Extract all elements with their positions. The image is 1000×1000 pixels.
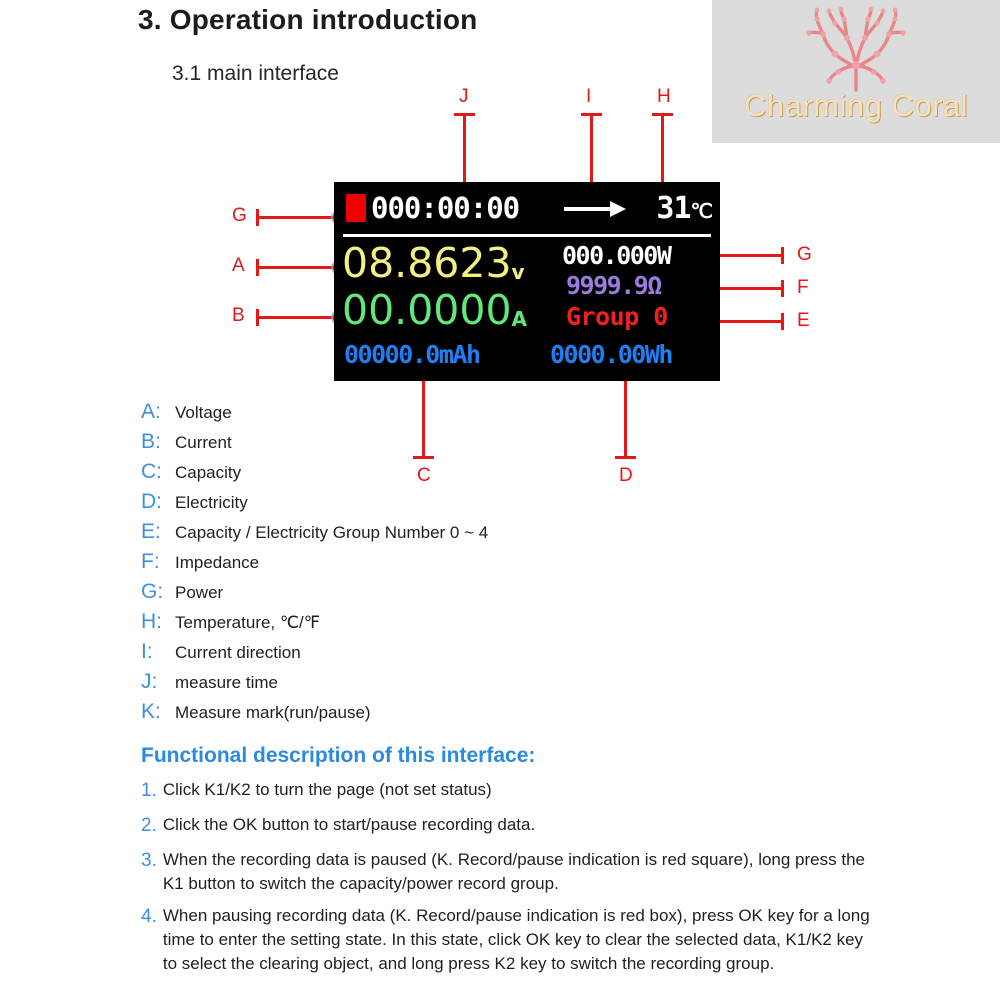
legend-key-b: B: <box>141 430 161 453</box>
legend-key-a: A: <box>141 400 161 423</box>
callout-cap-e <box>781 313 784 330</box>
functional-item-text: When pausing recording data (K. Record/p… <box>162 906 870 974</box>
functional-item-text: Click the OK button to start/pause recor… <box>162 814 536 834</box>
lcd-voltage-unit: v <box>511 260 525 284</box>
callout-label-e: E <box>797 310 810 331</box>
lcd-current-unit: A <box>511 307 528 331</box>
functional-item-2: 2. Click the OK button to start/pause re… <box>141 813 881 840</box>
callout-line-f <box>712 287 782 290</box>
lcd-temperature-unit: ℃ <box>690 199 713 223</box>
lcd-energy-reading: 0000.00Wh <box>550 340 673 369</box>
legend-text-i: Current direction <box>175 643 301 662</box>
lcd-current-reading: 00.0000A <box>342 286 527 334</box>
callout-line-b <box>256 316 340 319</box>
lcd-status-bar: 000:00:00 31℃ <box>334 188 720 228</box>
callout-line-g-left <box>256 216 340 219</box>
functional-item-text: When the recording data is paused (K. Re… <box>162 849 865 894</box>
legend-text-k: Measure mark(run/pause) <box>175 703 371 722</box>
section-subtitle: 3.1 main interface <box>172 62 339 85</box>
legend-item-c: C: Capacity <box>141 460 701 490</box>
functional-description-heading: Functional description of this interface… <box>141 744 536 767</box>
legend-key-d: D: <box>141 490 162 513</box>
legend-item-a: A: Voltage <box>141 400 701 430</box>
lcd-divider <box>343 234 711 237</box>
legend-item-b: B: Current <box>141 430 701 460</box>
legend-item-h: H: Temperature, ℃/℉ <box>141 610 701 640</box>
page-title: 3. Operation introduction <box>138 4 478 35</box>
legend-item-d: D: Electricity <box>141 490 701 520</box>
lcd-voltage-value: 08.8623 <box>342 239 512 287</box>
callout-label-f: F <box>797 277 809 298</box>
coral-icon <box>791 4 921 92</box>
lcd-power-reading: 000.000W <box>562 241 672 270</box>
legend-key-g: G: <box>141 580 164 603</box>
legend-key-h: H: <box>141 610 162 633</box>
legend-list: A: Voltage B: Current C: Capacity D: Ele… <box>141 400 701 730</box>
lcd-capacity-reading: 00000.0mAh <box>344 340 481 369</box>
functional-item-number: 4. <box>141 906 157 928</box>
functional-item-number: 3. <box>141 849 157 871</box>
device-lcd-screen: 000:00:00 31℃ 08.8623v 00.0000A 000.000W… <box>334 182 720 381</box>
legend-text-c: Capacity <box>175 463 242 482</box>
callout-label-h: H <box>657 86 671 107</box>
lcd-group-reading: Group 0 <box>566 302 668 331</box>
functional-item-number: 2. <box>141 814 157 836</box>
arrow-right-icon <box>562 198 628 220</box>
legend-key-f: F: <box>141 550 160 573</box>
callout-label-j: J <box>459 86 469 107</box>
functional-item-3: 3. When the recording data is paused (K.… <box>141 848 881 896</box>
legend-text-f: Impedance <box>175 553 260 572</box>
legend-key-j: J: <box>141 670 158 693</box>
callout-label-b: B <box>232 305 245 326</box>
legend-item-e: E: Capacity / Electricity Group Number 0… <box>141 520 701 550</box>
callout-line-e <box>712 320 782 323</box>
legend-text-j: measure time <box>175 673 278 692</box>
functional-item-1: 1. Click K1/K2 to turn the page (not set… <box>141 778 881 805</box>
legend-key-c: C: <box>141 460 162 483</box>
lcd-temperature-value: 31 <box>656 191 691 226</box>
legend-key-k: K: <box>141 700 161 723</box>
callout-cap-f <box>781 280 784 297</box>
callout-label-i: I <box>586 86 592 107</box>
lcd-voltage-reading: 08.8623v <box>342 239 525 287</box>
lcd-temperature: 31℃ <box>656 191 713 226</box>
lcd-impedance-reading: 9999.9Ω <box>566 271 662 300</box>
record-pause-indicator-icon <box>346 194 366 222</box>
brand-name: Charming Coral <box>743 88 969 123</box>
legend-text-g: Power <box>175 583 224 602</box>
callout-label-g-left: G <box>232 205 247 226</box>
callout-cap-g-right <box>781 247 784 264</box>
callout-label-a: A <box>232 255 245 276</box>
legend-item-j: J: measure time <box>141 670 701 700</box>
legend-item-k: K: Measure mark(run/pause) <box>141 700 701 730</box>
functional-description-list: 1. Click K1/K2 to turn the page (not set… <box>141 778 881 985</box>
legend-item-f: F: Impedance <box>141 550 701 580</box>
legend-key-e: E: <box>141 520 161 543</box>
functional-item-number: 1. <box>141 780 157 801</box>
functional-item-text: Click K1/K2 to turn the page (not set st… <box>162 780 492 799</box>
legend-text-d: Electricity <box>175 493 248 512</box>
legend-text-e: Capacity / Electricity Group Number 0 ~ … <box>175 523 489 542</box>
legend-text-h: Temperature, ℃/℉ <box>175 613 320 632</box>
callout-line-a <box>256 266 340 269</box>
legend-text-a: Voltage <box>175 403 232 422</box>
callout-line-g-right <box>712 254 782 257</box>
lcd-measure-time: 000:00:00 <box>371 191 520 225</box>
brand-watermark: Charming Coral <box>712 0 1000 143</box>
legend-item-g: G: Power <box>141 580 701 610</box>
callout-label-g-right: G <box>797 244 812 265</box>
lcd-current-value: 00.0000 <box>342 286 512 334</box>
legend-item-i: I: Current direction <box>141 640 701 670</box>
legend-text-b: Current <box>175 433 232 452</box>
functional-item-4: 4. When pausing recording data (K. Recor… <box>141 904 881 976</box>
legend-key-i: I: <box>141 640 153 663</box>
